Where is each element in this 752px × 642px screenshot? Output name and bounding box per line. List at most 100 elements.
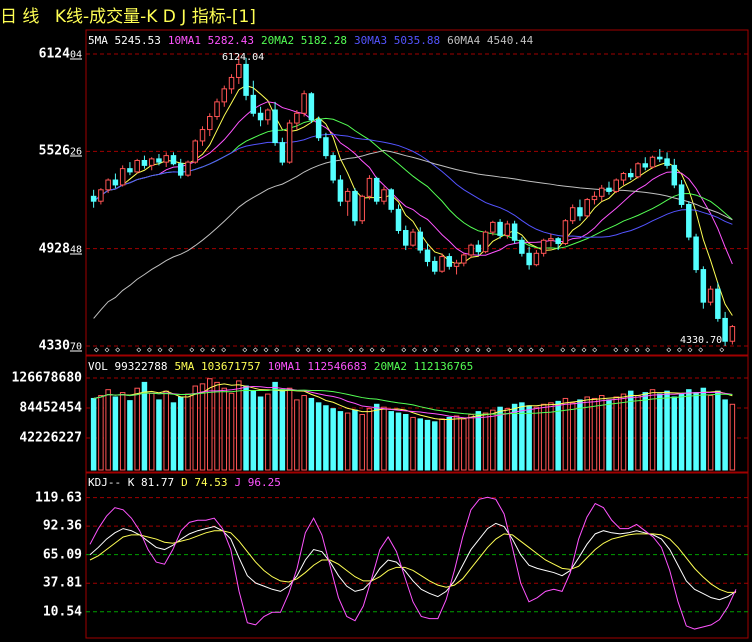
candle-body [243, 63, 249, 96]
volume-bar [141, 381, 148, 471]
candle-body [504, 223, 511, 236]
candle-body [330, 155, 336, 181]
candle-body [606, 187, 612, 192]
volume-bar [598, 395, 605, 471]
kdj-tick-label: 37.81 [42, 575, 82, 591]
candle-body [301, 93, 307, 114]
volume-bar [562, 397, 569, 471]
volume-bar [315, 402, 322, 471]
price-legend-item: 20MA2 5182.28 [260, 34, 348, 47]
candle-body [323, 137, 329, 157]
candle-body [562, 220, 569, 245]
event-marker: ◇ [486, 345, 491, 354]
kdj-k-line [89, 522, 737, 601]
event-marker: ◇ [624, 345, 629, 354]
volume-bar [373, 403, 380, 471]
candle-body [417, 231, 424, 251]
event-marker: ◇ [253, 345, 258, 354]
event-marker: ◇ [401, 345, 406, 354]
volume-bar [119, 392, 126, 471]
event-marker: ◇ [211, 345, 216, 354]
event-marker: ◇ [94, 345, 99, 354]
volume-bar [504, 408, 511, 471]
candle-body [432, 260, 438, 272]
low-annotation: 4330.70 [680, 335, 723, 346]
price-tick-label: 612404 [38, 46, 82, 62]
volume-bar [446, 416, 453, 471]
event-marker: ◇ [529, 345, 534, 354]
event-marker: ◇ [295, 345, 300, 354]
volume-bar [192, 385, 198, 471]
candle-body [555, 238, 561, 245]
volume-tick-label: 42226227 [19, 430, 82, 446]
volume-bar [257, 396, 264, 471]
candle-body [214, 101, 220, 118]
volume-bar [468, 414, 474, 471]
volume-bar [381, 406, 387, 471]
candle-body [591, 195, 598, 201]
volume-bar [620, 393, 627, 471]
candle-body [664, 158, 670, 166]
event-marker: ◇ [677, 345, 682, 354]
volume-bar [461, 418, 467, 471]
candle-body [337, 179, 344, 202]
price-legend-item: 10MA1 5282.43 [167, 34, 254, 47]
volume-bar [671, 396, 678, 471]
event-marker: ◇ [465, 345, 470, 354]
candle-body [410, 231, 416, 246]
event-marker: ◇ [327, 345, 332, 354]
volume-bar [344, 412, 351, 471]
stock-chart: ◇ ◇ ◇ ◇ ◇ ◇ ◇ ◇ ◇ ◇ ◇ ◇ ◇ ◇ ◇ ◇ ◇ ◇ ◇ ◇ ◇ ◇ ◇ ◇ ◇ ◇ ◇ ◇ ◇ ◇ ◇ ◇ ◇ ◇ ◇ ◇ ◇ ◇ ◇ ◇… [85, 29, 749, 639]
candle-body [577, 207, 583, 217]
candle-body [134, 159, 140, 173]
volume-bar [308, 397, 315, 471]
kdj-tick-label: 119.63 [35, 490, 82, 506]
candle-body [402, 230, 409, 246]
volume-bar [366, 408, 373, 471]
candle-body [250, 94, 257, 114]
candle-body [352, 190, 358, 222]
event-marker: ◇ [635, 345, 640, 354]
candle-body [315, 119, 322, 139]
event-marker: ◇ [560, 345, 565, 354]
event-marker: ◇ [274, 345, 279, 354]
price-tick-label: 492848 [38, 241, 82, 257]
volume-bar [105, 389, 111, 471]
event-marker: ◇ [115, 345, 120, 354]
candle-body [635, 163, 641, 178]
volume-bar [482, 412, 489, 471]
volume-bar [628, 390, 634, 471]
event-marker: ◇ [306, 345, 311, 354]
volume-bar [497, 406, 503, 471]
candle-body [533, 252, 540, 266]
candle-body [729, 326, 736, 342]
volume-bar [475, 411, 482, 471]
volume-bar [693, 392, 699, 471]
volume-bar [286, 387, 293, 471]
kdj-tick-label: 92.36 [42, 518, 82, 534]
volume-bar [279, 389, 286, 471]
candle-body [511, 223, 518, 241]
candle-body [468, 244, 474, 256]
candle-body [272, 109, 278, 144]
candle-body [628, 173, 634, 178]
volume-legend: VOL 99322788 5MA 103671757 10MA1 112546683… [88, 360, 480, 373]
volume-bar [177, 396, 184, 471]
volume-bar [395, 412, 402, 471]
candle-body [715, 288, 721, 319]
candle-body [257, 112, 264, 121]
volume-bar [722, 399, 728, 471]
candle-body [177, 163, 184, 176]
high-annotation: 6124.04 [222, 52, 265, 63]
volume-bar [294, 399, 300, 471]
volume-bar [250, 390, 257, 471]
candle-body [279, 142, 286, 163]
volume-bar [526, 405, 532, 471]
event-marker: ◇ [242, 345, 247, 354]
event-marker: ◇ [412, 345, 417, 354]
candle-body [657, 156, 663, 160]
candle-body [497, 221, 503, 236]
price-legend-item: 60MA4 4540.44 [447, 34, 534, 47]
volume-bar [359, 414, 365, 471]
volume-bar [337, 411, 344, 471]
